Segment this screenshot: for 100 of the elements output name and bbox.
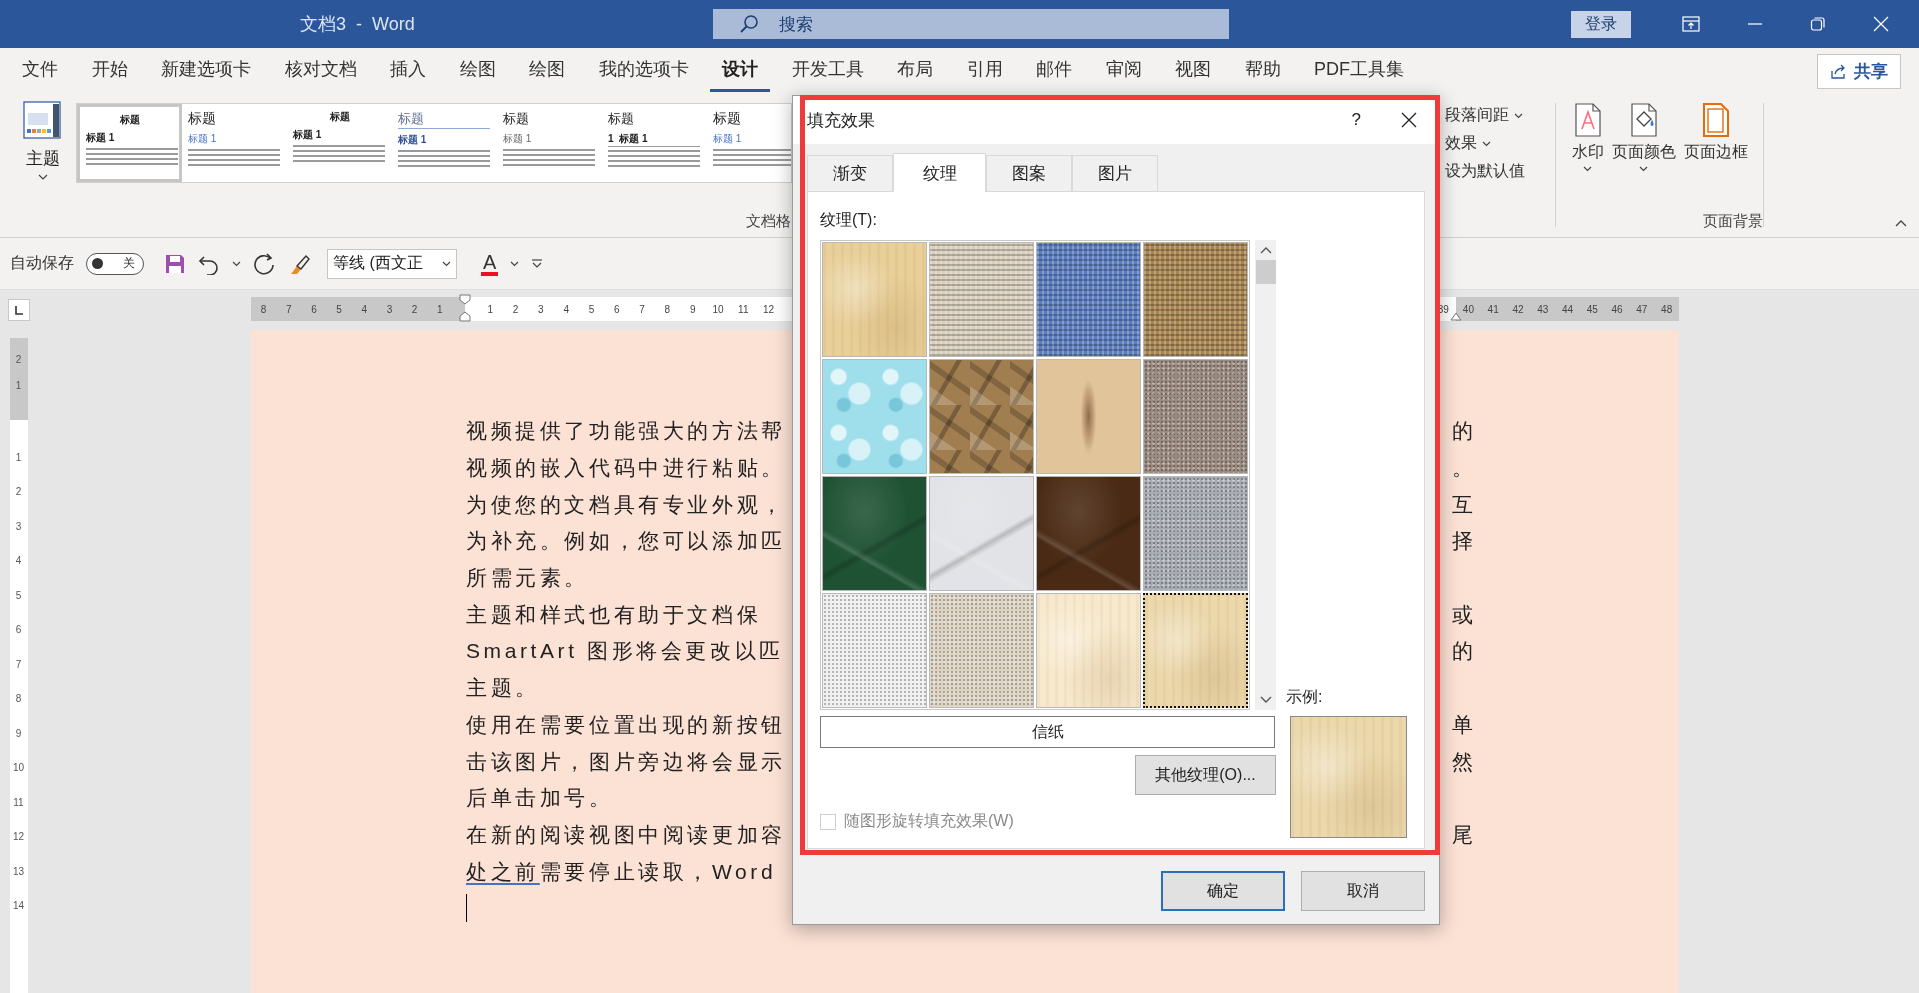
text-fragment: 的 — [1452, 418, 1473, 445]
ruler-number: 8 — [14, 692, 23, 707]
sign-in-button[interactable]: 登录 — [1571, 10, 1631, 38]
theme-button[interactable]: 主题 — [14, 101, 72, 196]
ribbon-tab[interactable]: 设计 — [710, 51, 770, 92]
ruler-number: 1 — [14, 450, 23, 465]
dialog-tab[interactable]: 图案 — [986, 155, 1072, 191]
tab-selector-icon[interactable] — [7, 299, 30, 321]
texture-swatch[interactable] — [822, 242, 927, 357]
customize-toolbar-icon[interactable] — [531, 258, 544, 269]
ribbon-display-icon[interactable] — [1682, 16, 1700, 32]
text-line: 后单击加号。 — [466, 785, 614, 812]
ribbon-tab[interactable]: 我的选项卡 — [586, 51, 701, 92]
ruler-number: 1 — [486, 302, 495, 317]
text-fragment: 的 — [1452, 638, 1473, 665]
ribbon-tab[interactable]: 核对文档 — [272, 51, 369, 92]
ribbon-tab[interactable]: 绘图 — [447, 51, 508, 92]
ruler-number: 5 — [335, 302, 343, 317]
ruler-number: 2 — [14, 485, 23, 500]
ruler-number: 40 — [1461, 302, 1475, 317]
scroll-up-icon[interactable] — [1259, 246, 1272, 254]
texture-swatch[interactable] — [822, 359, 927, 474]
collapse-icon[interactable] — [1895, 219, 1907, 227]
text-fragment: 单 — [1452, 711, 1473, 738]
ribbon-button[interactable]: 页面颜色 — [1609, 103, 1678, 172]
cancel-button[interactable]: 取消 — [1301, 871, 1425, 911]
texture-swatch[interactable] — [1036, 359, 1141, 474]
ribbon-button[interactable]: 水印 — [1569, 103, 1606, 172]
ribbon-button[interactable]: 页面边框 — [1681, 103, 1750, 172]
redo-icon[interactable] — [253, 251, 275, 276]
search-icon — [739, 14, 759, 34]
texture-swatch[interactable] — [1036, 476, 1141, 591]
ribbon-tab[interactable]: 新建选项卡 — [149, 51, 263, 92]
texture-swatch[interactable] — [929, 593, 1034, 708]
ribbon-tab[interactable]: 邮件 — [1024, 51, 1084, 92]
texture-swatch[interactable] — [1143, 242, 1248, 357]
caret-icon[interactable] — [232, 260, 241, 267]
dialog-tab[interactable]: 图片 — [1072, 155, 1158, 191]
texture-swatch[interactable] — [1143, 593, 1248, 708]
scrollbar-thumb[interactable] — [1255, 260, 1276, 284]
close-icon[interactable] — [1401, 112, 1417, 128]
ribbon-tab[interactable]: 布局 — [885, 51, 945, 92]
texture-swatch[interactable] — [1143, 359, 1248, 474]
texture-swatch[interactable] — [1036, 242, 1141, 357]
autosave-toggle[interactable]: 关 — [86, 252, 144, 275]
ribbon-tab[interactable]: 引用 — [954, 51, 1015, 92]
restore-icon[interactable] — [1810, 16, 1826, 32]
ribbon-tab[interactable]: 帮助 — [1232, 51, 1293, 92]
text-fragment: 择 — [1452, 528, 1473, 555]
search-field[interactable]: 搜索 — [713, 9, 1229, 39]
text-line: 所需元素。 — [466, 565, 589, 592]
caret-icon[interactable] — [510, 260, 520, 267]
scrollbar[interactable] — [1255, 240, 1276, 710]
texture-swatch[interactable] — [929, 476, 1034, 591]
share-button[interactable]: 共享 — [1817, 54, 1901, 89]
ribbon-button[interactable]: 段落间距 — [1445, 105, 1549, 126]
other-texture-button[interactable]: 其他纹理(O)... — [1135, 755, 1276, 795]
texture-swatch[interactable] — [929, 242, 1034, 357]
ruler-number: 2 — [410, 302, 419, 317]
ribbon-button[interactable]: 效果 — [1445, 133, 1549, 154]
ribbon-tab[interactable]: 开发工具 — [779, 51, 876, 92]
ribbon-tab[interactable]: 文件 — [10, 51, 70, 92]
font-dropdown[interactable]: 等线 (西文正 — [327, 248, 457, 279]
font-color-button[interactable]: A — [481, 251, 499, 276]
text-fragment: 然 — [1452, 748, 1473, 775]
ribbon-button[interactable]: 设为默认值 — [1445, 161, 1549, 182]
dialog-tab[interactable]: 纹理 — [893, 153, 986, 192]
texture-swatch[interactable] — [1143, 476, 1248, 591]
scroll-down-icon[interactable] — [1259, 696, 1272, 704]
ok-button[interactable]: 确定 — [1161, 871, 1285, 911]
caret-icon — [1514, 112, 1523, 119]
texture-swatch[interactable] — [822, 593, 927, 708]
ribbon-tab[interactable]: 插入 — [378, 51, 438, 92]
indent-marker-icon[interactable] — [459, 294, 471, 322]
indent-marker-icon[interactable] — [1450, 311, 1462, 321]
ruler-number: 48 — [1660, 302, 1674, 317]
ribbon-tab[interactable]: 绘图 — [517, 51, 577, 92]
checkbox-label: 随图形旋转填充效果(W) — [844, 811, 1014, 831]
ribbon-tab[interactable]: 审阅 — [1093, 51, 1154, 92]
share-icon — [1830, 63, 1848, 80]
texture-swatch[interactable] — [1036, 593, 1141, 708]
text-line: 主题和样式也有助于文档保 — [466, 601, 762, 628]
ruler-number: 44 — [1560, 302, 1575, 317]
ruler-number: 7 — [284, 302, 293, 317]
texture-swatch[interactable] — [822, 476, 927, 591]
dialog-tab[interactable]: 渐变 — [807, 155, 893, 191]
text-fragment: 或 — [1452, 601, 1473, 628]
style-set-option[interactable]: 标题 标题 1 — [77, 104, 182, 182]
ribbon-tab[interactable]: 视图 — [1163, 51, 1223, 92]
ruler-number: 11 — [12, 795, 25, 810]
ruler-number: 43 — [1536, 302, 1550, 317]
ribbon-tab[interactable]: 开始 — [79, 51, 140, 92]
watermark-page-icon — [1572, 103, 1603, 137]
text-line: 使用在需要位置出现的新按钮 — [466, 711, 786, 738]
ribbon-tab[interactable]: PDF工具集 — [1302, 51, 1416, 92]
help-button[interactable]: ? — [1351, 110, 1361, 130]
texture-swatch[interactable] — [929, 359, 1034, 474]
ruler-number: 7 — [14, 657, 23, 672]
save-icon[interactable] — [164, 252, 186, 275]
ruler-number: 14 — [11, 899, 26, 914]
